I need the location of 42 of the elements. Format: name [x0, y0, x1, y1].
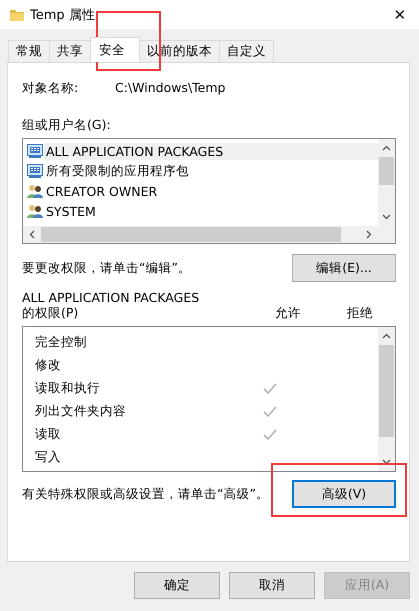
- edit-hint: 要更改权限，请单击“编辑”。: [22, 260, 191, 276]
- folder-icon: [10, 8, 24, 20]
- scroll-right-icon: [366, 230, 372, 239]
- close-button[interactable]: ✕: [384, 0, 416, 28]
- permission-name: 读取和执行: [35, 380, 101, 397]
- deny-header: 拒绝: [346, 305, 374, 322]
- user-list-item[interactable]: SYSTEM: [27, 201, 378, 221]
- permission-name: 写入: [35, 449, 62, 466]
- scrollbar-thumb[interactable]: [41, 227, 341, 242]
- dialog-button[interactable]: 确定: [134, 572, 220, 599]
- permission-name: 修改: [35, 357, 62, 374]
- advanced-hint: 有关特殊权限或高级设置，请单击“高级”。: [22, 486, 269, 502]
- permission-name: 列出文件夹内容: [35, 403, 127, 420]
- scroll-down-icon: [382, 214, 391, 220]
- object-name-value: C:\Windows\Temp: [115, 80, 226, 97]
- permission-name: 读取: [35, 426, 62, 443]
- package-icon: [27, 144, 43, 158]
- dialog-button[interactable]: 取消: [229, 572, 315, 599]
- user-list-item[interactable]: CREATOR OWNER: [27, 181, 378, 201]
- highlight-frame: [96, 11, 161, 71]
- permissions-title: ALL APPLICATION PACKAGES: [22, 290, 200, 305]
- tab[interactable]: 安全: [90, 37, 140, 62]
- object-name-label: 对象名称:: [22, 80, 80, 97]
- scroll-left-icon: [29, 230, 35, 239]
- scrollbar-thumb[interactable]: [379, 157, 394, 185]
- package-icon: [27, 164, 43, 178]
- groups-label: 组或用户名(G):: [22, 117, 112, 134]
- allow-header: 允许: [274, 305, 302, 322]
- permission-name: 完全控制: [35, 334, 88, 351]
- user-list-item[interactable]: 所有受限制的应用程序包: [27, 161, 378, 181]
- users-icon: [27, 184, 43, 198]
- scroll-up-icon: [382, 145, 391, 151]
- scroll-down-icon: [382, 459, 391, 465]
- scroll-up-icon: [382, 333, 391, 339]
- users-icon: [27, 204, 43, 218]
- edit-button[interactable]: 编辑(E)...: [292, 254, 396, 282]
- advanced-button[interactable]: 高级(V): [292, 480, 396, 508]
- permissions-label: 的权限(P): [22, 305, 80, 322]
- tab[interactable]: 自定义: [219, 40, 274, 62]
- scrollbar-thumb[interactable]: [379, 345, 394, 437]
- tab[interactable]: 常规: [8, 40, 50, 62]
- window-title: Temp 属性: [30, 6, 96, 24]
